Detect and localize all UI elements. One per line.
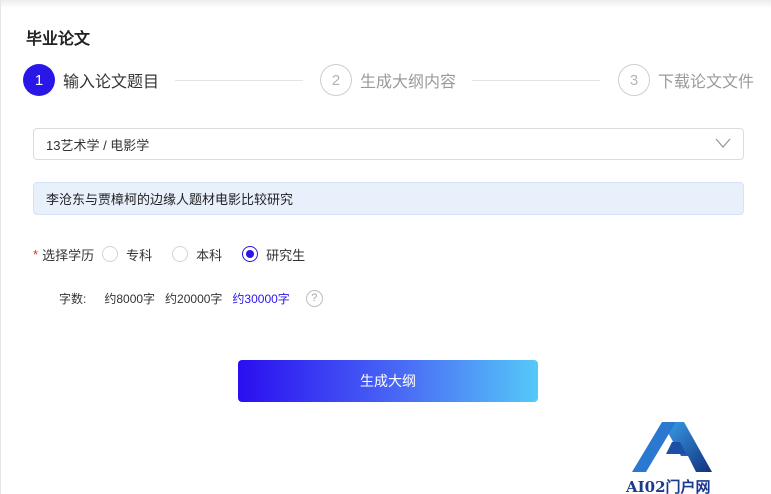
- word-count-label: 字数:: [59, 291, 87, 306]
- step-2-number: 2: [320, 64, 352, 96]
- chevron-down-icon: [715, 138, 731, 148]
- word-count-option-8000[interactable]: 约8000字: [104, 290, 155, 307]
- watermark-text: AI02门户网: [626, 478, 711, 494]
- step-1-label: 输入论文题目: [63, 74, 160, 91]
- step-2: 2 生成大纲内容: [320, 64, 456, 96]
- education-option-label: 专科: [126, 247, 153, 263]
- required-mark: *: [33, 246, 39, 262]
- step-connector-2: [472, 80, 600, 81]
- topic-input[interactable]: 李沧东与贾樟柯的边缘人题材电影比较研究: [33, 182, 744, 215]
- topic-input-value: 李沧东与贾樟柯的边缘人题材电影比较研究: [46, 192, 294, 207]
- education-option-label: 本科: [196, 247, 223, 263]
- word-count-option-20000[interactable]: 约20000字: [165, 290, 222, 307]
- step-2-label: 生成大纲内容: [360, 74, 457, 91]
- word-count-field: 字数: 约8000字 约20000字 约30000字 ?: [59, 289, 323, 307]
- education-option-graduate[interactable]: 研究生: [242, 245, 305, 264]
- radio-icon[interactable]: [172, 246, 189, 262]
- step-3-label: 下载论文文件: [658, 74, 755, 91]
- subject-select-value: 13艺术学 / 电影学: [46, 137, 150, 153]
- top-shadow: [0, 0, 771, 8]
- education-label: 选择学历: [42, 247, 95, 263]
- step-3-number: 3: [618, 64, 650, 96]
- step-connector-1: [175, 80, 303, 81]
- education-option-zhuanke[interactable]: 专科: [102, 245, 152, 264]
- page-title: 毕业论文: [26, 31, 91, 48]
- step-1: 1 输入论文题目: [23, 64, 159, 96]
- education-field: * 选择学历 专科 本科 研究生: [33, 244, 325, 264]
- education-option-benke[interactable]: 本科: [172, 245, 222, 264]
- education-option-label: 研究生: [266, 247, 306, 263]
- radio-icon[interactable]: [102, 246, 119, 262]
- generate-outline-button[interactable]: 生成大纲: [238, 360, 538, 402]
- word-count-option-30000[interactable]: 约30000字: [232, 290, 289, 307]
- radio-checked-icon[interactable]: [242, 246, 259, 262]
- step-3: 3 下载论文文件: [618, 64, 754, 96]
- step-1-number: 1: [23, 64, 55, 96]
- help-icon[interactable]: ?: [305, 289, 323, 307]
- left-divider: [0, 0, 1, 494]
- subject-select[interactable]: 13艺术学 / 电影学: [33, 128, 744, 160]
